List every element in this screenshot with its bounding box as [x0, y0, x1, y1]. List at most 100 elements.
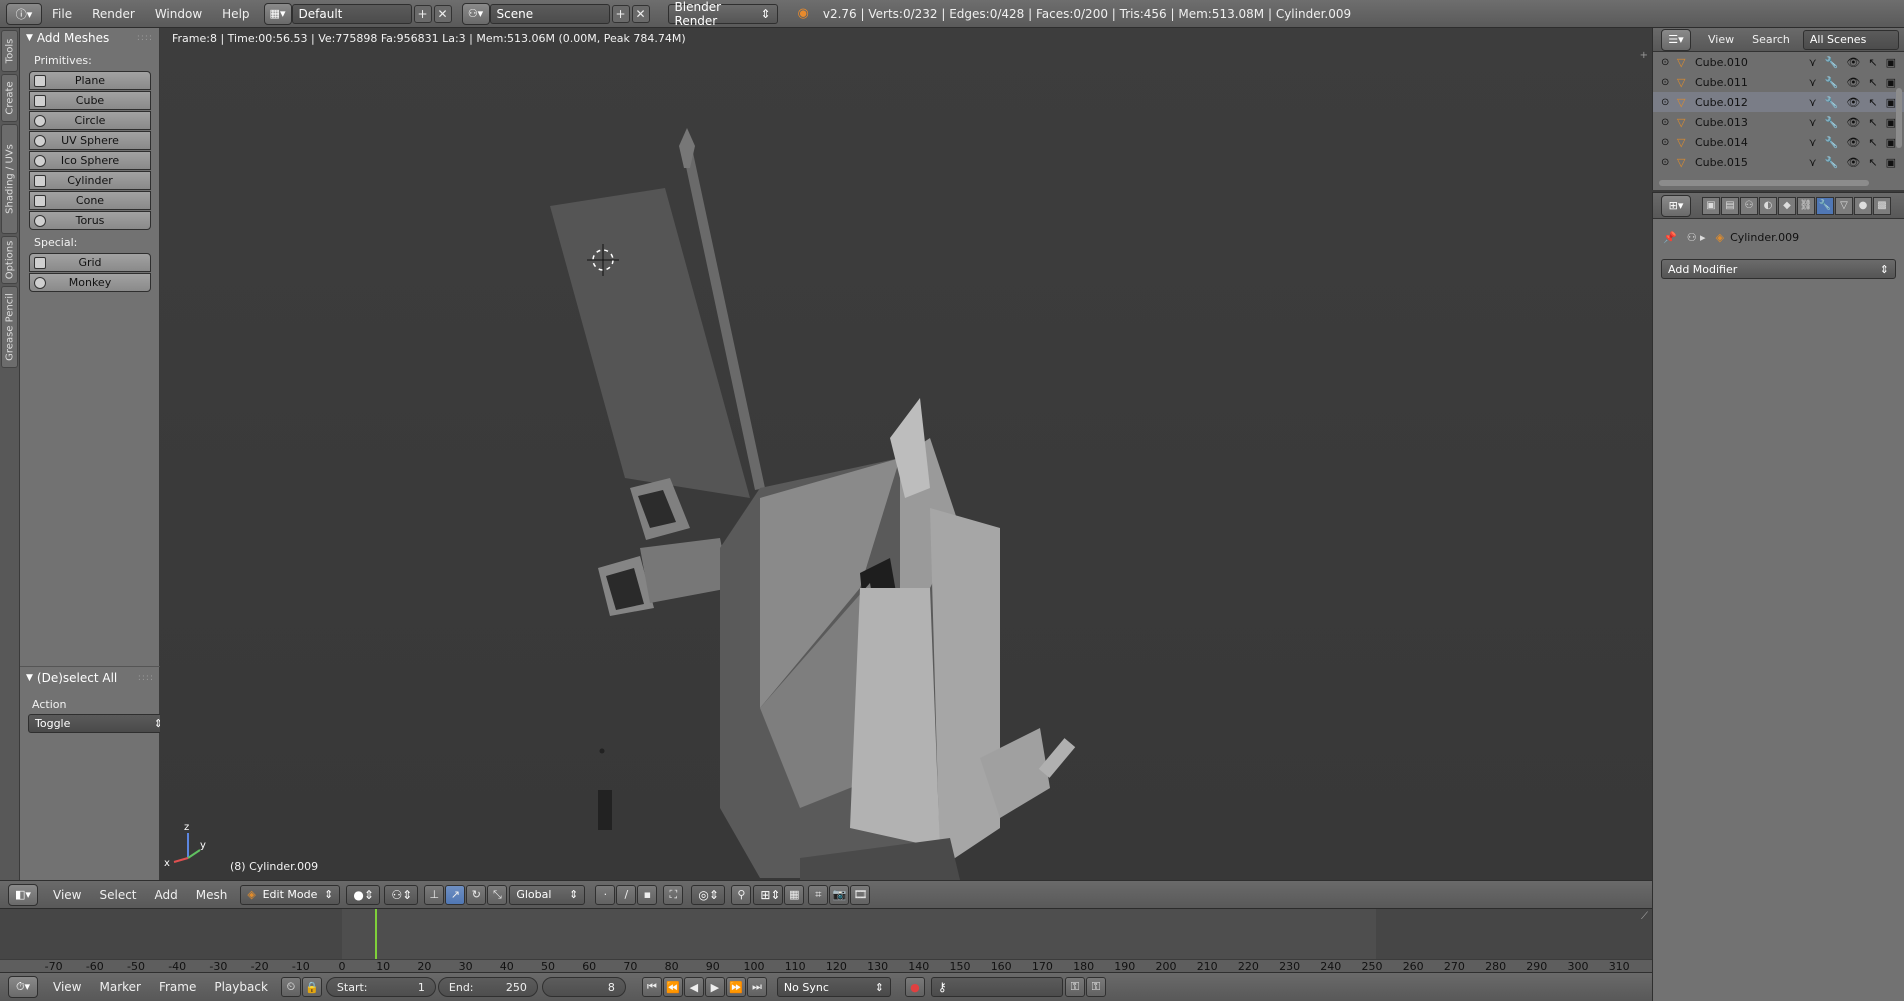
add-meshes-panel-header[interactable]: ▼ Add Meshes ::::	[20, 28, 159, 48]
add-cylinder-button[interactable]: Cylinder	[29, 171, 151, 190]
outliner-item[interactable]: ⊙ ▽ Cube.013 ⋎ 🔧 👁 ↖ ▣	[1653, 112, 1904, 132]
action-dropdown[interactable]: Toggle ⇕	[28, 714, 170, 733]
selectable-arrow-icon[interactable]: ↖	[1868, 56, 1877, 69]
outliner-item[interactable]: ⊙ ▽ Cube.015 ⋎ 🔧 👁 ↖ ▣	[1653, 152, 1904, 172]
add-plane-button[interactable]: Plane	[29, 71, 151, 90]
menu-search[interactable]: Search	[1743, 33, 1799, 46]
expand-icon[interactable]: ⊙	[1661, 117, 1669, 128]
snap-toggle-icon[interactable]: ⚲	[731, 884, 752, 905]
vertical-scrollbar[interactable]	[1896, 88, 1902, 148]
menu-view[interactable]: View	[44, 980, 90, 994]
frame-ruler[interactable]: -70 -60 -50 -40 -30 -20 -10 0 10 20 30 40 50 60 70 80 90…	[0, 959, 1652, 973]
visibility-eye-icon[interactable]: 👁	[1846, 156, 1860, 169]
texture-tab-icon[interactable]: ▩	[1873, 196, 1891, 215]
editor-type-icon[interactable]: ☰▾	[1661, 28, 1691, 51]
insert-keyframe-icon[interactable]: ⚿	[1064, 977, 1085, 997]
display-scope-dropdown[interactable]: All Scenes	[1802, 29, 1899, 50]
proportional-edit-dropdown[interactable]: ◎ ⇕	[691, 884, 726, 905]
drag-grip-icon[interactable]: ::::	[137, 33, 153, 43]
end-frame-field[interactable]: End: 250	[437, 977, 538, 997]
editor-type-icon[interactable]: ⏱▾	[8, 976, 38, 998]
lock-range-icon[interactable]: 🔒	[301, 977, 322, 997]
delete-keyframe-icon[interactable]: ⚿	[1085, 977, 1106, 997]
opengl-still-icon[interactable]: 📷	[829, 884, 850, 905]
mesh-data-icon[interactable]: ⋎	[1809, 96, 1817, 109]
tab-options[interactable]: Options	[1, 236, 18, 284]
deselect-all-panel-header[interactable]: ▼ (De)select All ::::	[20, 668, 160, 688]
render-layers-tab-icon[interactable]: ▤	[1721, 196, 1739, 215]
selectable-arrow-icon[interactable]: ↖	[1868, 96, 1877, 109]
material-tab-icon[interactable]: ●	[1854, 196, 1872, 215]
expand-icon[interactable]: ⊙	[1661, 157, 1669, 168]
3d-viewport[interactable]: z x y Frame:8 | Time:00:56.53 | Ve:77589…	[160, 28, 1652, 880]
translate-manipulator-icon[interactable]: ↗	[445, 884, 466, 905]
keying-set-field[interactable]: ⚷	[930, 977, 1063, 997]
snap-element-dropdown[interactable]: ⊞ ⇕	[753, 884, 784, 905]
mesh-data-icon[interactable]: ⋎	[1809, 116, 1817, 129]
menu-marker[interactable]: Marker	[90, 980, 149, 994]
visibility-eye-icon[interactable]: 👁	[1846, 96, 1860, 109]
pin-icon[interactable]: 📌	[1663, 231, 1677, 244]
selectable-arrow-icon[interactable]: ↖	[1868, 136, 1877, 149]
render-camera-icon[interactable]: ▣	[1886, 136, 1896, 149]
constraints-tab-icon[interactable]: ⛓	[1797, 196, 1815, 215]
screen-layout-icon[interactable]: ▦▾	[263, 2, 292, 25]
world-tab-icon[interactable]: ◐	[1759, 196, 1777, 215]
add-cone-button[interactable]: Cone	[29, 191, 151, 210]
expand-icon[interactable]: ⊙	[1661, 77, 1669, 88]
menu-frame[interactable]: Frame	[150, 980, 205, 994]
opengl-animation-icon[interactable]: 🎞	[850, 884, 871, 905]
visibility-eye-icon[interactable]: 👁	[1846, 56, 1860, 69]
add-torus-button[interactable]: Torus	[29, 211, 151, 230]
editor-type-icon[interactable]: ⊞▾	[1661, 194, 1691, 217]
modifier-wrench-icon[interactable]: 🔧	[1825, 76, 1839, 89]
render-camera-icon[interactable]: ▣	[1886, 156, 1896, 169]
jump-start-icon[interactable]: ⏮	[641, 977, 662, 997]
selectable-arrow-icon[interactable]: ↖	[1868, 116, 1877, 129]
render-camera-icon[interactable]: ▣	[1886, 76, 1896, 89]
opengl-render-icon[interactable]: ⌗	[808, 884, 829, 905]
shading-dropdown[interactable]: ● ⇕	[346, 884, 381, 905]
visibility-eye-icon[interactable]: 👁	[1846, 136, 1860, 149]
rotate-manipulator-icon[interactable]: ↻	[466, 884, 487, 905]
render-camera-icon[interactable]: ▣	[1886, 56, 1896, 69]
modifier-wrench-icon[interactable]: 🔧	[1825, 56, 1839, 69]
menu-file[interactable]: File	[42, 7, 82, 21]
data-tab-icon[interactable]: ▽	[1835, 196, 1853, 215]
modifiers-tab-icon[interactable]: 🔧	[1816, 196, 1834, 215]
menu-view[interactable]: View	[1699, 33, 1743, 46]
current-frame-field[interactable]: 8	[541, 977, 626, 997]
outliner-item[interactable]: ⊙ ▽ Cube.011 ⋎ 🔧 👁 ↖ ▣	[1653, 72, 1904, 92]
tab-tools[interactable]: Tools	[1, 30, 18, 72]
drag-grip-icon[interactable]: ::::	[138, 673, 154, 683]
visibility-eye-icon[interactable]: 👁	[1846, 76, 1860, 89]
add-cube-button[interactable]: Cube	[29, 91, 151, 110]
jump-end-icon[interactable]: ⏭	[746, 977, 767, 997]
expand-plus-icon[interactable]: +	[1640, 50, 1648, 61]
play-reverse-icon[interactable]: ◀	[683, 977, 704, 997]
expand-icon[interactable]: ⊙	[1661, 97, 1669, 108]
remove-layout-icon[interactable]: ✕	[433, 4, 452, 23]
outliner-item[interactable]: ⊙ ▽ Cube.010 ⋎ 🔧 👁 ↖ ▣	[1653, 52, 1904, 72]
modifier-wrench-icon[interactable]: 🔧	[1825, 136, 1839, 149]
add-ico-sphere-button[interactable]: Ico Sphere	[29, 151, 151, 170]
pivot-dropdown[interactable]: ⚇ ⇕	[384, 884, 419, 905]
object-tab-icon[interactable]: ◆	[1778, 196, 1796, 215]
play-icon[interactable]: ▶	[704, 977, 725, 997]
start-frame-field[interactable]: Start: 1	[325, 977, 436, 997]
jump-keyframe-back-icon[interactable]: ⏪	[662, 977, 683, 997]
orientation-dropdown[interactable]: Global ⇕	[509, 884, 586, 905]
occlude-geometry-icon[interactable]: ⛶	[663, 884, 684, 905]
outliner-item[interactable]: ⊙ ▽ Cube.012 ⋎ 🔧 👁 ↖ ▣	[1653, 92, 1904, 112]
render-engine-dropdown[interactable]: Blender Render ⇕	[667, 0, 778, 28]
menu-playback[interactable]: Playback	[205, 980, 277, 994]
add-monkey-button[interactable]: Monkey	[29, 273, 151, 292]
current-frame-marker[interactable]	[374, 909, 377, 959]
timeline[interactable]: ⟋ -70 -60 -50 -40 -30 -20 -10 0 10 20 30 40 50 60 70 80…	[0, 908, 1652, 973]
layout-field[interactable]: Default	[291, 3, 412, 24]
remove-scene-icon[interactable]: ✕	[631, 4, 650, 23]
render-camera-icon[interactable]: ▣	[1886, 96, 1896, 109]
tab-grease-pencil[interactable]: Grease Pencil	[1, 286, 18, 368]
menu-window[interactable]: Window	[145, 7, 212, 21]
jump-keyframe-forward-icon[interactable]: ⏩	[725, 977, 746, 997]
